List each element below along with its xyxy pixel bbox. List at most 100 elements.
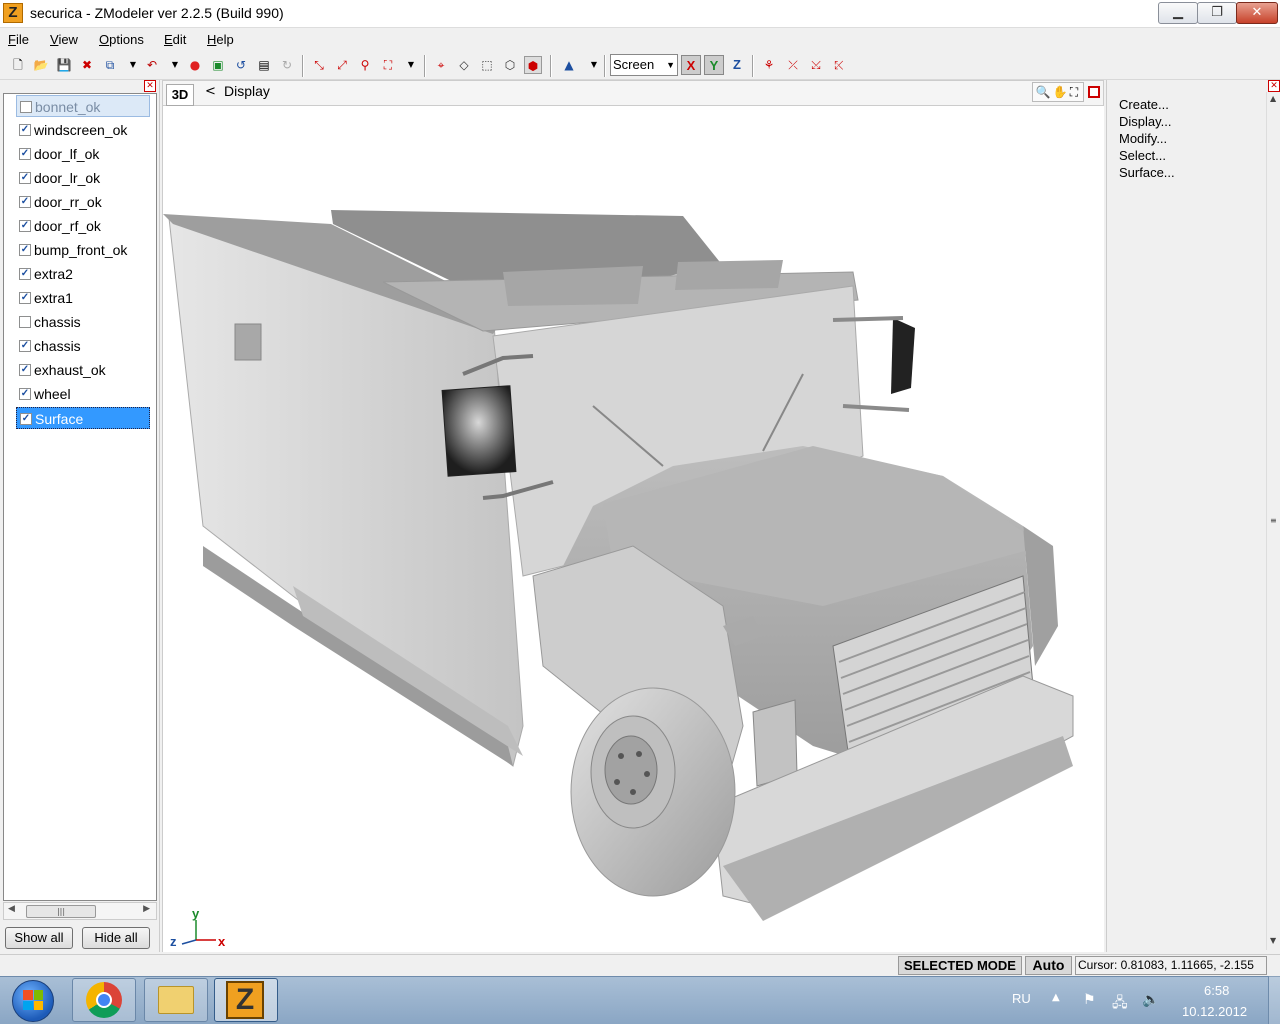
tray-expand-icon[interactable]: ▲ [1052,992,1060,1003]
axis-z-toggle[interactable]: Z [727,55,747,75]
object-list-item[interactable]: ✓ windscreen_ok [16,119,150,141]
menu-options[interactable]: Options [99,32,144,47]
visibility-checkbox[interactable]: ✓ [19,124,31,136]
new-file-icon[interactable]: 🗋 [9,56,27,74]
object-list-item[interactable]: ✓ wheel [16,383,150,405]
action-center-flag-icon[interactable]: ⚑ [1083,992,1096,1008]
command-panel-scrollbar[interactable]: ▲ ≡ ▼ [1266,92,1280,950]
record-icon[interactable]: ● [186,56,204,74]
minimize-button[interactable]: ▁ [1158,2,1198,24]
pivot-icon[interactable]: ▲ [560,56,578,74]
object-list-item[interactable]: ✓ extra2 [16,263,150,285]
object-list-item[interactable]: chassis [16,311,150,333]
object-list-item[interactable]: ✓ chassis [16,335,150,357]
visibility-checkbox[interactable]: ✓ [20,413,32,425]
axis-x-toggle[interactable]: X [681,55,701,75]
select-edge-icon[interactable]: ⤢ [333,56,351,74]
object-list-item[interactable]: ✓ door_rf_ok [16,215,150,237]
open-folder-icon[interactable]: 📂 [32,56,50,74]
command-modify[interactable]: Modify... [1119,131,1167,146]
menu-edit[interactable]: Edit [164,32,186,47]
menu-file[interactable]: File [8,32,29,47]
object-list-item[interactable]: ✓ bump_front_ok [16,239,150,261]
magnet-icon[interactable]: ⚘ [760,56,778,74]
network-icon[interactable]: 🖧 [1112,992,1128,1016]
axis-y-toggle[interactable]: Y [704,55,724,75]
close-panel-icon[interactable]: ✕ [1268,80,1280,92]
select-walk-icon[interactable]: ⚲ [356,56,374,74]
3d-viewport[interactable] [162,106,1104,952]
visibility-checkbox[interactable]: ✓ [19,196,31,208]
visibility-checkbox[interactable]: ✓ [19,292,31,304]
texture-icon[interactable]: ▣ [209,56,227,74]
clock-time[interactable]: 6:58 [1204,983,1229,998]
pivot-dropdown-icon[interactable]: ▼ [585,56,603,74]
show-desktop-button[interactable] [1268,976,1280,1024]
command-create[interactable]: Create... [1119,97,1169,112]
viewport-maximize-icon[interactable] [1088,86,1100,98]
auto-mode-indicator[interactable]: Auto [1025,956,1072,975]
scrollbar-thumb[interactable]: ||| [26,905,96,918]
visibility-checkbox[interactable]: ✓ [19,244,31,256]
undo-history-icon[interactable]: ↶ [143,56,161,74]
command-surface[interactable]: Surface... [1119,165,1175,180]
scroll-up-icon[interactable]: ▲ [1270,94,1276,103]
visibility-checkbox[interactable]: ✓ [19,364,31,376]
axis-lock-xy-icon[interactable]: ⤫ [784,56,802,74]
close-button[interactable]: ✕ [1236,2,1278,24]
show-all-button[interactable]: Show all [5,927,73,949]
undo-dropdown-icon[interactable]: ▼ [166,56,184,74]
properties-icon[interactable]: ▤ [255,56,273,74]
save-icon[interactable]: 💾 [55,56,73,74]
object-list-item[interactable]: ✓ exhaust_ok [16,359,150,381]
object-list-item[interactable]: ✓ door_lf_ok [16,143,150,165]
scroll-down-icon[interactable]: ▼ [1270,936,1276,945]
visibility-checkbox[interactable]: ✓ [19,148,31,160]
visibility-checkbox[interactable]: ✓ [19,172,31,184]
object-list-item[interactable]: ✓ Surface [16,407,150,429]
import-icon[interactable]: ⧉ [101,56,119,74]
command-display[interactable]: Display... [1119,114,1172,129]
object-list-item[interactable]: ✓ door_lr_ok [16,167,150,189]
clock-date[interactable]: 10.12.2012 [1182,1004,1247,1019]
vertex-mode-icon[interactable]: ⌖ [432,56,450,74]
import-dropdown-icon[interactable]: ▼ [124,56,142,74]
language-indicator[interactable]: RU [1012,991,1031,1006]
object-mode-icon[interactable]: ⬡ [501,56,519,74]
object-list-item[interactable]: ✓ extra1 [16,287,150,309]
hide-all-button[interactable]: Hide all [82,927,150,949]
zmodeler-app-icon[interactable]: Z [3,3,23,23]
menu-help[interactable]: Help [207,32,234,47]
objects-horizontal-scrollbar[interactable]: ◀ ||| ▶ [3,902,157,920]
view-space-select[interactable]: Screen ▼ [610,54,678,76]
scroll-left-icon[interactable]: ◀ [8,904,15,914]
scrollbar-grip-icon[interactable]: ≡ [1270,516,1277,525]
menu-view[interactable]: View [50,32,78,47]
axis-lock-xz-icon[interactable]: ⤪ [830,56,848,74]
delete-icon[interactable]: ✖ [78,56,96,74]
edge-mode-icon[interactable]: ◇ [455,56,473,74]
face-mode-icon[interactable]: ⬚ [478,56,496,74]
viewport-back-button[interactable]: < [205,84,216,99]
undo-icon[interactable]: ↺ [232,56,250,74]
viewport-navigation-tools[interactable]: 🔍✋⛶ [1032,82,1084,102]
select-dropdown-icon[interactable]: ▼ [402,56,420,74]
scroll-right-icon[interactable]: ▶ [143,904,150,914]
visibility-checkbox[interactable]: ✓ [19,268,31,280]
surface-mode-icon[interactable]: ⬢ [524,56,542,74]
visibility-checkbox[interactable]: ✓ [19,340,31,352]
command-select[interactable]: Select... [1119,148,1166,163]
visibility-checkbox[interactable] [19,316,31,328]
object-list-item[interactable]: ✓ door_rr_ok [16,191,150,213]
visibility-checkbox[interactable]: ✓ [19,388,31,400]
viewport-mode-tag[interactable]: 3D [166,84,194,106]
maximize-button[interactable]: ❐ [1197,2,1237,24]
close-panel-icon[interactable]: ✕ [144,80,156,92]
object-list-item[interactable]: bonnet_ok [16,95,150,117]
visibility-checkbox[interactable]: ✓ [19,220,31,232]
selection-mode-indicator[interactable]: SELECTED MODE [898,956,1022,975]
select-object-icon[interactable]: ⛶ [379,56,397,74]
volume-icon[interactable]: 🔈 [1142,992,1159,1008]
visibility-checkbox[interactable] [20,101,32,113]
redo-icon[interactable]: ↻ [278,56,296,74]
